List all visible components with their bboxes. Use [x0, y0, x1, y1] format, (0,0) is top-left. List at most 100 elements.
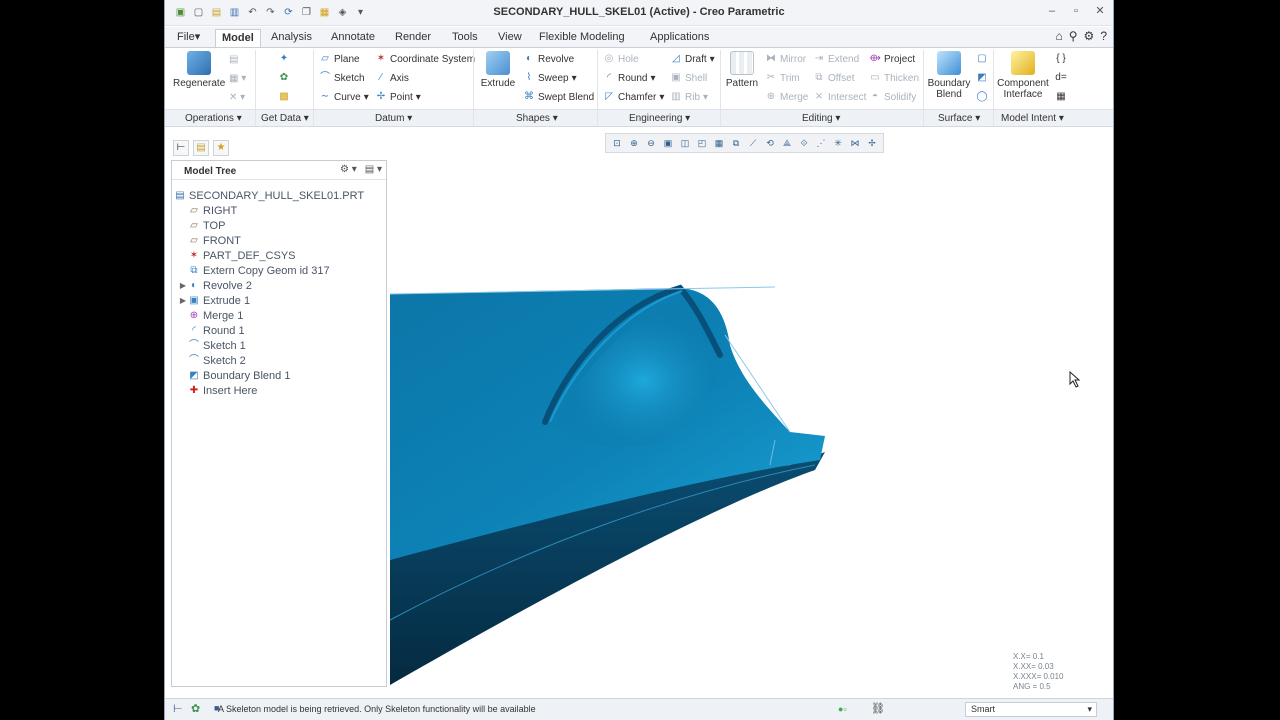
group-get-data[interactable]: Get Data ▾ [261, 113, 309, 124]
model-tree-item[interactable]: ▱ RIGHT [178, 203, 237, 218]
extend-button[interactable]: ⇥ Extend [813, 53, 859, 65]
boundary-blend-button[interactable]: Boundary Blend [927, 51, 971, 100]
draft-button[interactable]: ◿ Draft ▾ [670, 53, 715, 65]
group-datum[interactable]: Datum ▾ [375, 113, 412, 124]
get-data-3-icon[interactable]: ▩ [278, 91, 290, 103]
spin-center-icon[interactable]: ✢ [864, 136, 880, 150]
hole-button[interactable]: ◎ Hole [603, 53, 639, 65]
revolve-button[interactable]: ◐ Revolve [523, 53, 574, 65]
extrude-button[interactable]: Extrude [478, 51, 518, 89]
group-surface[interactable]: Surface ▾ [938, 113, 980, 124]
refit-icon[interactable]: ⊡ [609, 136, 625, 150]
solidify-button[interactable]: ◓ Solidify [869, 91, 916, 103]
find-icon[interactable]: ⛓ [871, 702, 885, 715]
tab-view[interactable]: View [492, 29, 528, 47]
tab-model[interactable]: Model [215, 29, 261, 47]
trim-button[interactable]: ✂ Trim [765, 72, 800, 84]
search-icon[interactable]: ⚲ [1069, 29, 1078, 43]
repaint-icon[interactable]: ▣ [660, 136, 676, 150]
sketch-button[interactable]: ⌒ Sketch [319, 72, 365, 84]
parameters-icon[interactable]: d= [1055, 72, 1067, 84]
close-icon[interactable]: ✕ [1093, 4, 1107, 18]
expand-arrow-icon[interactable]: ▶ [178, 296, 188, 305]
chamfer-button[interactable]: ◸ Chamfer ▾ [603, 91, 664, 103]
plane-button[interactable]: ▱ Plane [319, 53, 359, 65]
pattern-button[interactable]: Pattern [723, 51, 761, 89]
saved-orientations-icon[interactable]: ◰ [694, 136, 710, 150]
regenerate-button[interactable]: Regenerate [173, 51, 225, 89]
up-icon[interactable]: ⌂ [1056, 29, 1063, 43]
tab-analysis[interactable]: Analysis [265, 29, 318, 47]
rib-button[interactable]: ▥ Rib ▾ [670, 91, 708, 103]
model-tree-item[interactable]: ⊕ Merge 1 [178, 308, 244, 323]
tab-applications[interactable]: Applications [644, 29, 715, 47]
round-button[interactable]: ◜ Round ▾ [603, 72, 655, 84]
point-display-icon[interactable]: ⋰ [813, 136, 829, 150]
family-table-icon[interactable]: ▦ [1055, 91, 1067, 103]
group-operations[interactable]: Operations ▾ [185, 113, 242, 124]
model-tree-item[interactable]: ⌒ Sketch 2 [178, 353, 246, 368]
show-icon[interactable]: ▤ ▾ [365, 164, 382, 175]
shell-button[interactable]: ▣ Shell [670, 72, 707, 84]
group-engineering[interactable]: Engineering ▾ [629, 113, 690, 124]
swept-blend-button[interactable]: ⌘ Swept Blend [523, 91, 594, 103]
group-shapes[interactable]: Shapes ▾ [516, 113, 558, 124]
component-interface-button[interactable]: Component Interface [997, 51, 1049, 100]
tab-annotate[interactable]: Annotate [325, 29, 381, 47]
model-tree-item[interactable]: ✚ Insert Here [178, 383, 258, 398]
display-style-icon[interactable]: ▦ [711, 136, 727, 150]
model-tree-item[interactable]: ◜ Round 1 [178, 323, 245, 338]
plane-display-icon[interactable]: ⟁ [779, 136, 795, 150]
folder-browser-tab-icon[interactable]: ▤ [193, 140, 209, 156]
get-data-1-icon[interactable]: ✦ [278, 53, 290, 65]
settings-icon[interactable]: ⚙ [1084, 29, 1095, 43]
merge-button[interactable]: ⊕ Merge [765, 91, 809, 103]
model-tree-item[interactable]: ▱ FRONT [178, 233, 241, 248]
point-button[interactable]: ✢ Point ▾ [375, 91, 421, 103]
group-editing[interactable]: Editing ▾ [802, 113, 840, 124]
maximize-icon[interactable]: ▫ [1069, 4, 1083, 18]
perspective-icon[interactable]: ⟋ [745, 136, 761, 150]
hull-model[interactable] [390, 284, 825, 685]
coordinate-system-button[interactable]: ✶ Coordinate System [375, 53, 475, 65]
model-tree-item[interactable]: ▶ ◐ Revolve 2 [178, 278, 252, 293]
tree-settings-icon[interactable]: ⚙ ▾ [340, 164, 357, 175]
axis-display-icon[interactable]: ⟐ [796, 136, 812, 150]
zoom-out-icon[interactable]: ⊖ [643, 136, 659, 150]
help-icon[interactable]: ? [1100, 29, 1107, 43]
relations-icon[interactable]: { } [1055, 53, 1067, 65]
project-button[interactable]: ⟴ Project [869, 53, 915, 65]
intersect-button[interactable]: ⨯ Intersect [813, 91, 867, 103]
paste-icon[interactable]: ▦ ▾ [229, 73, 246, 84]
model-tree-item[interactable]: ✶ PART_DEF_CSYS [178, 248, 296, 263]
tab-flexible-modeling[interactable]: Flexible Modeling [533, 29, 631, 47]
show-browser-icon[interactable]: ✿ [191, 702, 200, 715]
view-manager-icon[interactable]: ⧉ [728, 136, 744, 150]
model-tree-item[interactable]: ⧉ Extern Copy Geom id 317 [178, 263, 329, 278]
tab-render[interactable]: Render [389, 29, 437, 47]
favorites-tab-icon[interactable]: ★ [213, 140, 229, 156]
datum-display-icon[interactable]: ⟲ [762, 136, 778, 150]
model-tree-item[interactable]: ◩ Boundary Blend 1 [178, 368, 290, 383]
minimize-icon[interactable]: – [1045, 4, 1059, 18]
sweep-button[interactable]: ⌇ Sweep ▾ [523, 72, 577, 84]
model-tree-item[interactable]: ⌒ Sketch 1 [178, 338, 246, 353]
mirror-button[interactable]: ⧓ Mirror [765, 53, 806, 65]
curve-button[interactable]: ∼ Curve ▾ [319, 91, 369, 103]
model-tree-tab-icon[interactable]: ⊢ [173, 140, 189, 156]
delete-icon[interactable]: ✕ ▾ [229, 92, 245, 103]
reorient-icon[interactable]: ◫ [677, 136, 693, 150]
model-tree-item[interactable]: ▱ TOP [178, 218, 225, 233]
show-navigator-icon[interactable]: ⊢ [173, 702, 183, 715]
sphere-icon[interactable]: ◯ [976, 91, 988, 103]
surface-style-icon[interactable]: ▢ [976, 53, 988, 65]
model-tree-item[interactable]: ▶ ▣ Extrude 1 [178, 293, 250, 308]
zoom-in-icon[interactable]: ⊕ [626, 136, 642, 150]
model-tree-item[interactable]: ▤ SECONDARY_HULL_SKEL01.PRT [174, 188, 364, 203]
expand-arrow-icon[interactable]: ▶ [178, 281, 188, 290]
copy-icon[interactable]: ▤ [229, 54, 238, 65]
annotation-display-icon[interactable]: ⋈ [847, 136, 863, 150]
axis-button[interactable]: ⁄ Axis [375, 72, 409, 84]
graphics-viewport[interactable] [390, 160, 1110, 690]
offset-button[interactable]: ⧉ Offset [813, 72, 854, 84]
